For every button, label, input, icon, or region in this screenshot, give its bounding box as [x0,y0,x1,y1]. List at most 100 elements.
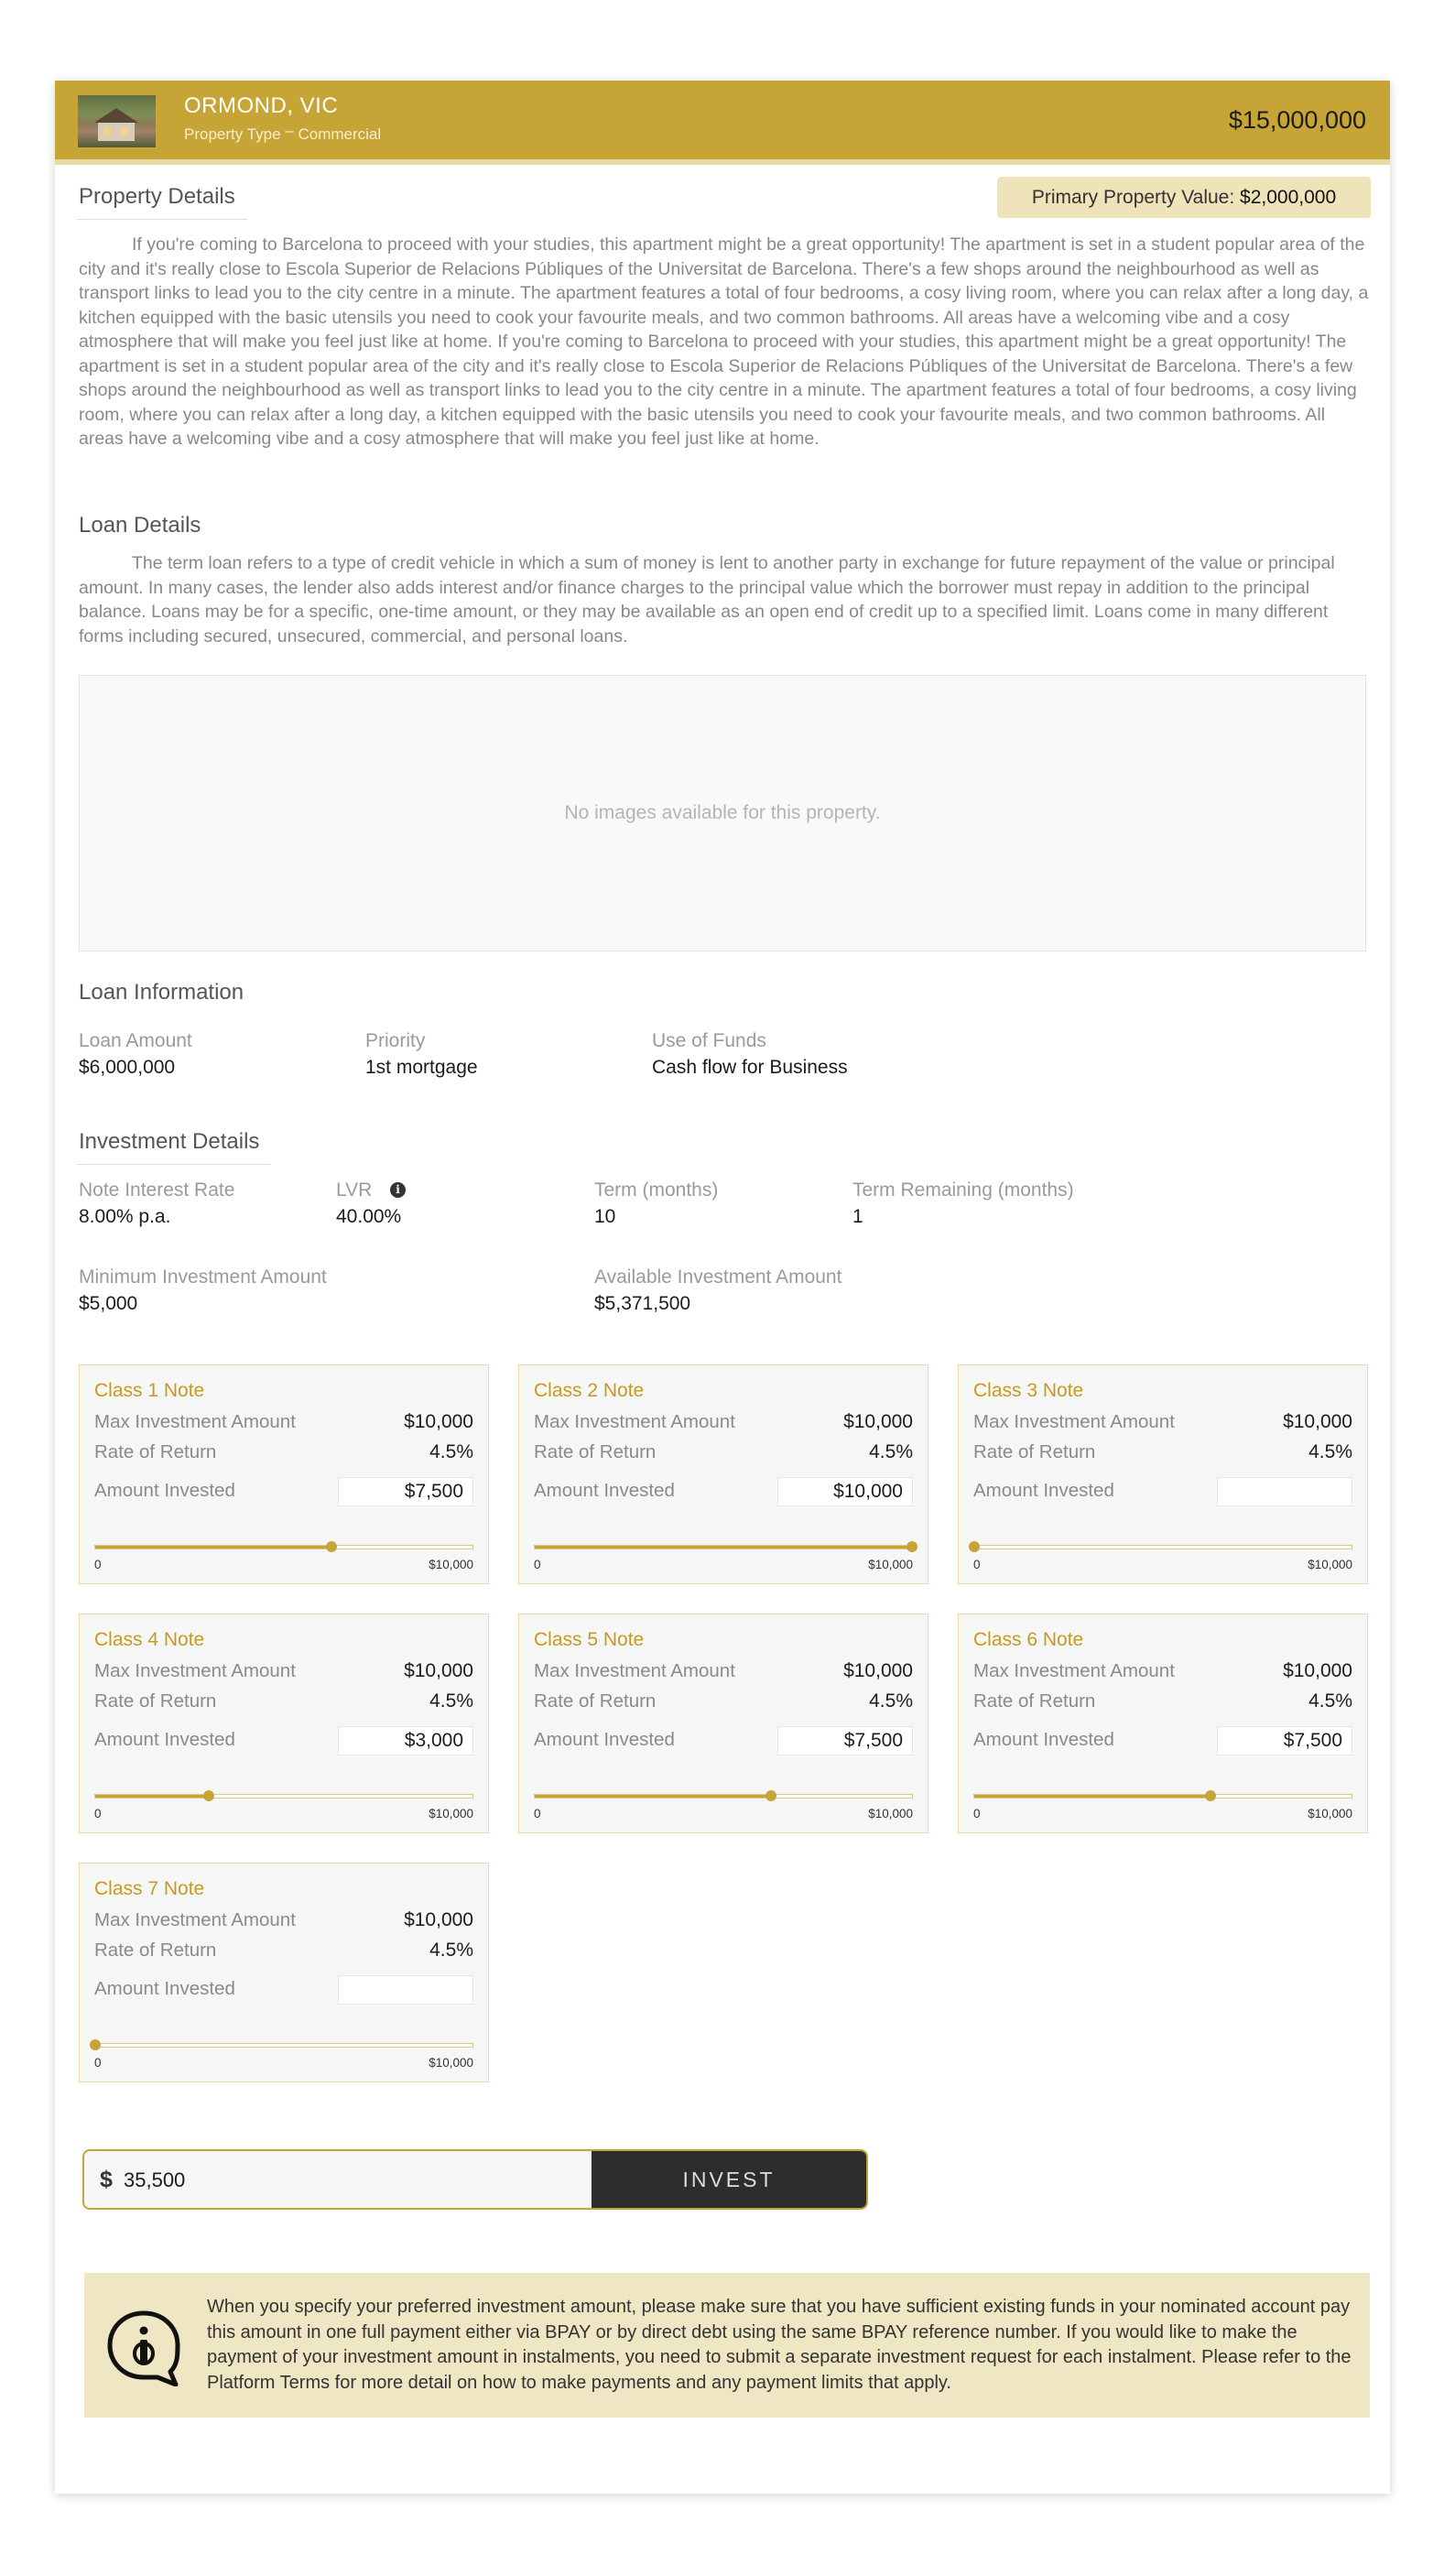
amount-invested-input[interactable]: $10,000 [777,1477,913,1506]
note-card: Class 6 Note Max Investment Amount $10,0… [958,1614,1368,1833]
min-investment-value: $5,000 [79,1293,138,1314]
slider-handle[interactable] [1204,1790,1216,1801]
available-investment-label: Available Investment Amount [594,1266,842,1288]
payment-notice: When you specify your preferred investme… [84,2273,1370,2418]
slider-fill [95,1795,209,1798]
max-investment-label: Max Investment Amount [973,1660,1175,1681]
property-price: $15,000,000 [1228,106,1366,134]
rate-of-return-value: 4.5% [429,1690,473,1712]
property-details-title: Property Details [79,184,235,209]
note-title: Class 7 Note [94,1878,205,1899]
amount-invested-label: Amount Invested [94,1480,235,1501]
investment-details-title: Investment Details [79,1129,260,1154]
rate-of-return-label: Rate of Return [94,1441,217,1462]
note-card: Class 7 Note Max Investment Amount $10,0… [79,1863,489,2082]
amount-invested-input[interactable]: $7,500 [1217,1726,1352,1755]
rate-of-return-label: Rate of Return [973,1690,1096,1712]
property-thumbnail[interactable] [78,95,156,147]
property-description: If you're coming to Barcelona to proceed… [79,233,1370,451]
amount-invested-input[interactable]: $7,500 [338,1477,473,1506]
amount-invested-input[interactable]: $7,500 [777,1726,913,1755]
slider-min-label: 0 [534,1558,541,1571]
property-location: ORMOND, VIC [184,93,339,118]
slider-min-label: 0 [94,1558,102,1571]
property-type: Property Type – Commercial [184,122,381,144]
max-investment-label: Max Investment Amount [94,1411,296,1432]
max-investment-value: $10,000 [404,1411,473,1432]
amount-invested-label: Amount Invested [534,1480,675,1501]
slider-handle[interactable] [765,1790,776,1801]
slider-max-label: $10,000 [429,1558,473,1571]
max-investment-value: $10,000 [1283,1411,1352,1432]
rate-of-return-value: 4.5% [1308,1441,1352,1462]
info-icon[interactable]: i [390,1182,406,1198]
use-of-funds-label: Use of Funds [652,1030,766,1051]
slider-max-label: $10,000 [1308,1807,1352,1821]
investment-slider[interactable] [969,1541,1352,1552]
loan-amount-label: Loan Amount [79,1030,192,1051]
amount-invested-label: Amount Invested [94,1978,235,1999]
note-title: Class 2 Note [534,1380,645,1401]
rate-of-return-value: 4.5% [1308,1690,1352,1712]
slider-fill [535,1546,912,1549]
max-investment-label: Max Investment Amount [534,1411,735,1432]
slider-handle[interactable] [907,1541,917,1552]
note-title: Class 6 Note [973,1629,1084,1650]
property-images-placeholder: No images available for this property. [79,675,1366,951]
slider-max-label: $10,000 [868,1807,913,1821]
investment-slider[interactable] [534,1541,917,1552]
loan-details-title: Loan Details [79,513,201,538]
term-value: 10 [594,1206,616,1227]
term-remaining-value: 1 [852,1206,863,1227]
note-card: Class 4 Note Max Investment Amount $10,0… [79,1614,489,1833]
loan-information-title: Loan Information [79,980,244,1005]
rate-of-return-value: 4.5% [869,1690,913,1712]
rate-of-return-value: 4.5% [429,1441,473,1462]
amount-invested-input[interactable] [338,1975,473,2005]
rate-of-return-label: Rate of Return [94,1690,217,1712]
investment-slider[interactable] [94,1790,473,1801]
rate-of-return-label: Rate of Return [973,1441,1096,1462]
property-type-separator: – [285,122,294,139]
invest-button[interactable]: INVEST [592,2151,866,2208]
investment-slider[interactable] [973,1790,1352,1801]
investment-slider[interactable] [534,1790,913,1801]
rate-of-return-value: 4.5% [869,1441,913,1462]
slider-handle[interactable] [202,1790,214,1801]
property-card: ORMOND, VIC Property Type – Commercial $… [55,81,1390,2494]
term-remaining-label: Term Remaining (months) [852,1179,1074,1201]
priority-label: Priority [365,1030,426,1051]
amount-invested-label: Amount Invested [973,1480,1114,1501]
slider-max-label: $10,000 [868,1558,913,1571]
max-investment-label: Max Investment Amount [94,1660,296,1681]
currency-symbol: $ [100,2167,113,2192]
loan-amount-value: $6,000,000 [79,1057,176,1078]
note-title: Class 4 Note [94,1629,205,1650]
term-label: Term (months) [594,1179,719,1201]
amount-invested-label: Amount Invested [94,1729,235,1750]
investment-slider[interactable] [94,1541,473,1552]
slider-max-label: $10,000 [429,1807,473,1821]
max-investment-label: Max Investment Amount [973,1411,1175,1432]
min-investment-label: Minimum Investment Amount [79,1266,327,1288]
slider-handle[interactable] [325,1541,337,1552]
slider-handle[interactable] [90,2039,101,2050]
use-of-funds-value: Cash flow for Business [652,1057,848,1078]
max-investment-value: $10,000 [843,1660,913,1681]
amount-invested-input[interactable] [1217,1477,1352,1506]
note-card: Class 1 Note Max Investment Amount $10,0… [79,1364,489,1584]
slider-handle[interactable] [969,1541,980,1552]
invest-amount-input[interactable]: 35,500 [124,2168,185,2192]
invest-form: $ 35,500 INVEST [82,2149,868,2210]
property-header: ORMOND, VIC Property Type – Commercial $… [55,81,1390,165]
slider-min-label: 0 [534,1807,541,1821]
primary-value-label: Primary Property Value: [1031,187,1235,208]
primary-property-value-badge: Primary Property Value: $2,000,000 [997,177,1371,218]
note-card: Class 3 Note Max Investment Amount $10,0… [958,1364,1368,1584]
slider-fill [535,1795,771,1798]
max-investment-value: $10,000 [1283,1660,1352,1681]
amount-invested-input[interactable]: $3,000 [338,1726,473,1755]
max-investment-label: Max Investment Amount [94,1909,296,1930]
investment-slider[interactable] [90,2039,473,2050]
loan-description-text: The term loan refers to a type of credit… [79,553,1335,647]
